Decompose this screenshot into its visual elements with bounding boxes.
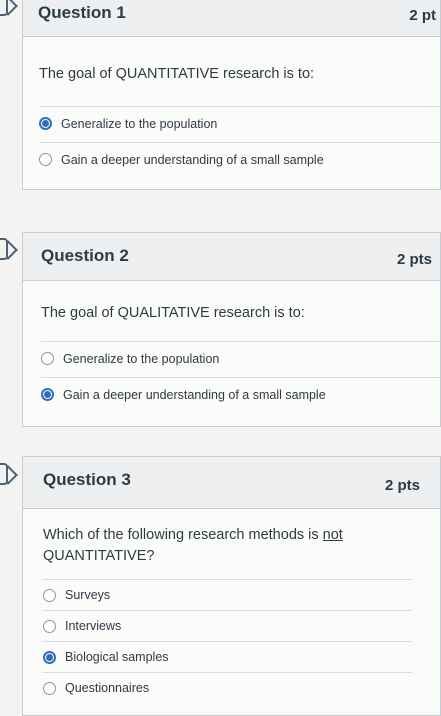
question-3-text-end: QUANTITATIVE? — [43, 548, 155, 564]
answer-label: Interviews — [65, 619, 122, 633]
question-3-header: Question 3 2 pts — [23, 457, 440, 509]
radio-icon[interactable] — [43, 588, 56, 602]
question-3-answer-4[interactable]: Questionnaires — [43, 672, 412, 703]
answer-label: Gain a deeper understanding of a small s… — [61, 152, 324, 167]
question-2-answer-2[interactable]: Gain a deeper understanding of a small s… — [41, 377, 440, 411]
question-3-answer-2[interactable]: Interviews — [43, 610, 412, 641]
radio-selected-icon[interactable] — [39, 117, 52, 130]
question-1-title: Question 1 — [38, 3, 126, 22]
question-2-header: Question 2 2 pts — [23, 233, 440, 281]
answer-label: Questionnaires — [65, 681, 150, 695]
radio-icon[interactable] — [39, 153, 52, 166]
question-1-text: The goal of QUANTITATIVE research is to: — [39, 66, 315, 82]
radio-icon[interactable] — [41, 352, 54, 365]
question-1-marker-icon — [0, 0, 8, 16]
radio-icon[interactable] — [43, 619, 56, 633]
radio-selected-icon[interactable] — [41, 388, 54, 401]
question-1-header: Question 1 2 pt — [23, 0, 440, 37]
question-2-title: Question 2 — [41, 246, 129, 265]
question-1-answer-1[interactable]: Generalize to the population — [39, 106, 440, 140]
question-2-answer-1[interactable]: Generalize to the population — [41, 341, 440, 375]
question-2-card: Question 2 2 pts The goal of QUALITATIVE… — [22, 232, 441, 427]
answer-label: Generalize to the population — [63, 351, 220, 366]
answer-label: Gain a deeper understanding of a small s… — [63, 387, 326, 402]
radio-icon[interactable] — [43, 681, 56, 695]
question-2-marker-icon — [0, 238, 8, 260]
question-3-text: Which of the following research methods … — [43, 525, 343, 567]
question-2-points: 2 pts — [396, 251, 432, 268]
question-3-card: Question 3 2 pts Which of the following … — [22, 456, 441, 716]
radio-selected-icon[interactable] — [43, 650, 56, 664]
question-3-answer-1[interactable]: Surveys — [43, 579, 412, 610]
answer-label: Generalize to the population — [61, 116, 218, 131]
question-1-points: 2 pt — [409, 7, 436, 24]
question-3-points: 2 pts — [384, 477, 420, 494]
question-1-card: Question 1 2 pt The goal of QUANTITATIVE… — [22, 0, 441, 190]
question-1-answer-2[interactable]: Gain a deeper understanding of a small s… — [39, 142, 440, 176]
answer-label: Surveys — [65, 588, 111, 602]
question-2-text: The goal of QUALITATIVE research is to: — [41, 305, 305, 321]
question-3-marker-icon — [0, 463, 8, 485]
question-3-answer-3[interactable]: Biological samples — [43, 641, 412, 672]
question-3-text-underlined: not — [322, 527, 343, 543]
question-3-text-start: Which of the following research methods … — [43, 527, 323, 543]
answer-label: Biological samples — [65, 650, 169, 664]
question-3-title: Question 3 — [43, 470, 131, 489]
